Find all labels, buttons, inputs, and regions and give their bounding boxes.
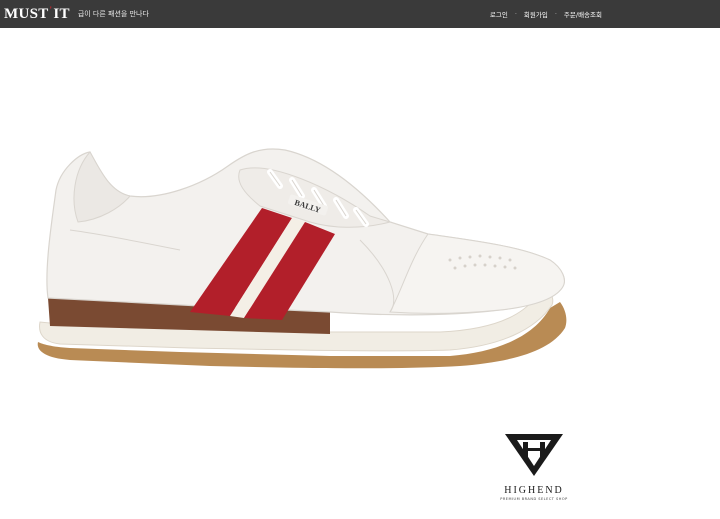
signup-link[interactable]: 회원가입: [524, 9, 548, 19]
nav-separator: ·: [514, 10, 517, 18]
nav-separator: ·: [554, 10, 557, 18]
highend-watermark: HIGHEND PREMIUM BRAND SELECT SHOP: [498, 432, 570, 504]
sneaker-illustration: BALLY: [37, 148, 567, 369]
watermark-word: HIGHEND: [504, 485, 564, 496]
account-nav: 로그인 · 회원가입 · 주문/배송조회: [490, 0, 602, 28]
logo-accent: ': [49, 5, 53, 15]
login-link[interactable]: 로그인: [490, 9, 508, 19]
top-navigation-bar: MUST ' IT 급이 다른 패션을 만나다 로그인 · 회원가입 · 주문/…: [0, 0, 720, 28]
mustit-logo[interactable]: MUST ' IT: [4, 5, 70, 23]
logo-text-left: MUST: [4, 5, 49, 22]
logo-text-right: IT: [53, 5, 70, 22]
product-image-sneaker: BALLY: [30, 130, 575, 380]
watermark-subtitle: PREMIUM BRAND SELECT SHOP: [500, 497, 568, 501]
highend-logo-icon: [505, 434, 563, 476]
header-tagline: 급이 다른 패션을 만나다: [77, 10, 149, 18]
order-tracking-link[interactable]: 주문/배송조회: [564, 9, 602, 19]
